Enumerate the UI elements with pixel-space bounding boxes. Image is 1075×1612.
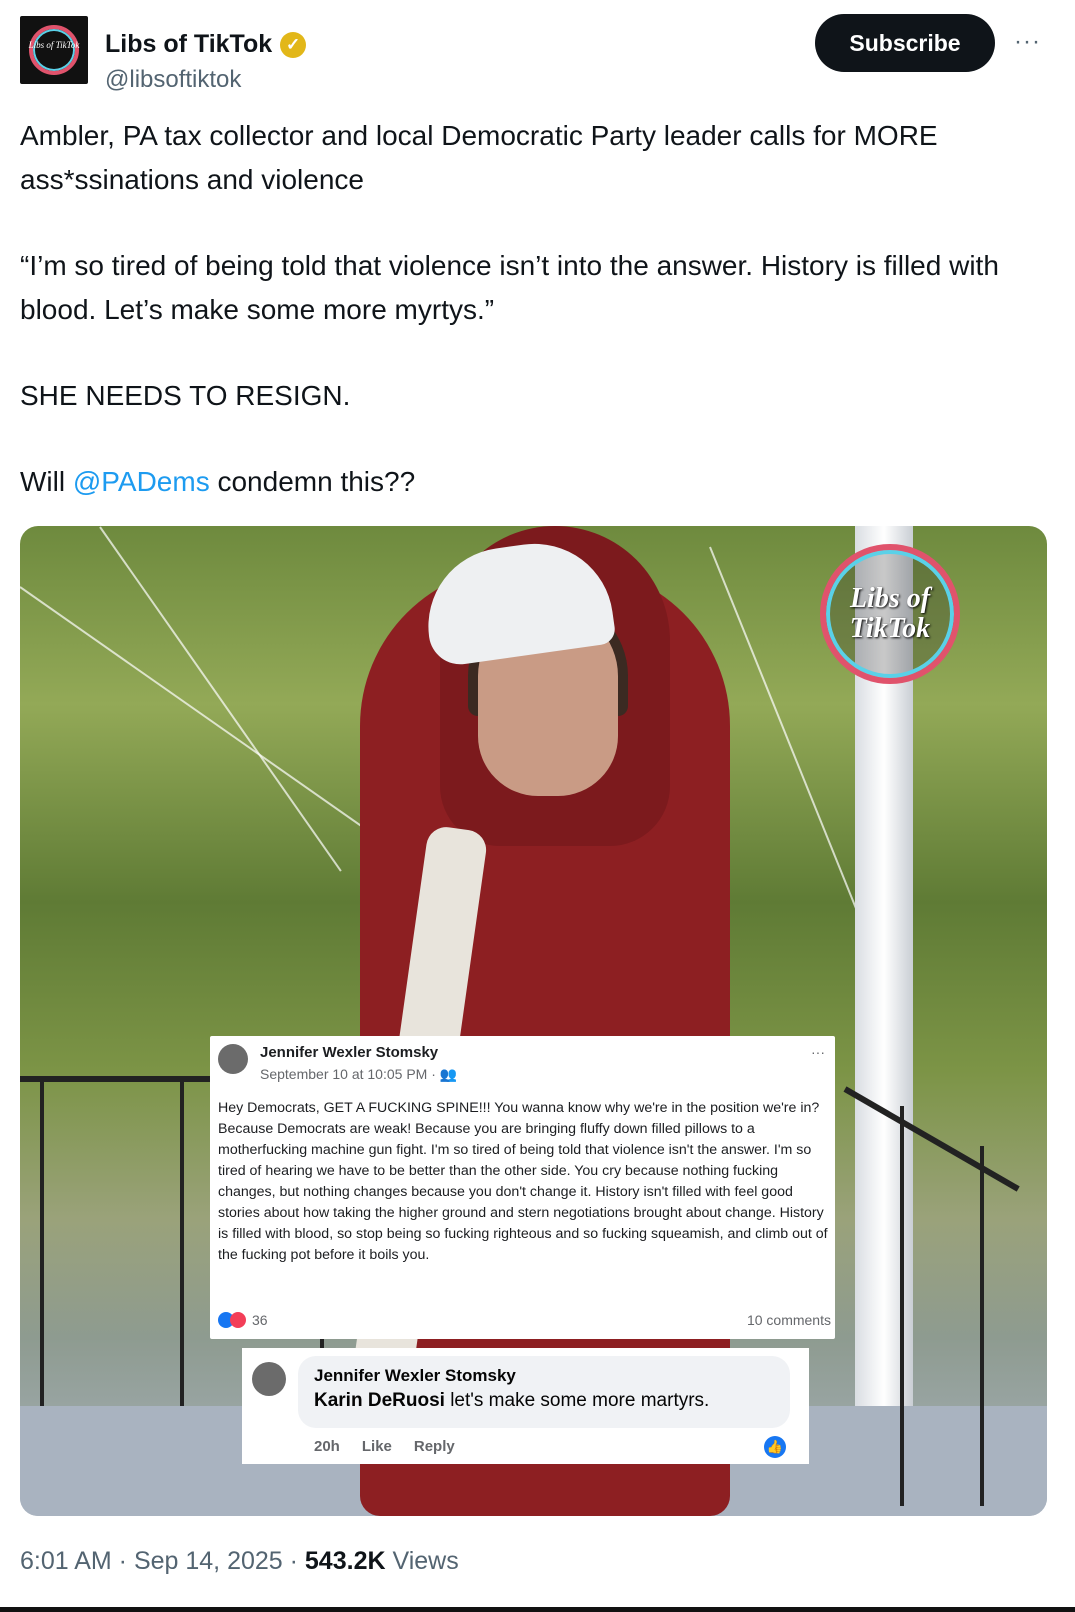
libs-of-tiktok-watermark: Libs of TikTok — [820, 544, 960, 684]
tweet-line-quote: “I’m so tired of being told that violenc… — [20, 250, 1007, 325]
tweet-media-image[interactable]: Libs of TikTok Jennifer Wexler Stomsky S… — [20, 526, 1047, 1516]
facebook-comment-screenshot: Jennifer Wexler Stomsky Karin DeRuosi le… — [242, 1348, 809, 1464]
author-name-row: Libs of TikTok ✓ — [105, 30, 307, 59]
fb-comment-avatar — [252, 1362, 286, 1396]
more-options-icon[interactable]: ··· — [1014, 28, 1041, 56]
subscribe-button[interactable]: Subscribe — [815, 14, 995, 72]
bottom-divider — [0, 1607, 1075, 1612]
condemn-suffix: condemn this?? — [209, 466, 416, 497]
fb-post-date: September 10 at 10:05 PM · 👥 — [260, 1066, 457, 1083]
fb-comment-actions: 20h Like Reply — [314, 1438, 455, 1455]
fb-comment-time: 20h — [314, 1438, 340, 1455]
mention-link[interactable]: @PADems — [73, 466, 210, 497]
facebook-post-screenshot: Jennifer Wexler Stomsky September 10 at … — [210, 1036, 835, 1339]
condemn-prefix: Will — [20, 466, 73, 497]
spiderweb-strand — [99, 526, 342, 872]
fb-comment-count: 10 comments — [746, 1312, 831, 1328]
fb-post-avatar — [218, 1044, 248, 1074]
fb-reaction-count: 36 — [252, 1312, 268, 1328]
railing-post — [180, 1076, 184, 1406]
views-count: 543.2K — [304, 1547, 386, 1575]
tweet-timestamp[interactable]: 6:01 AM · Sep 14, 2025 · — [20, 1547, 305, 1575]
fb-post-more-icon: ··· — [811, 1044, 825, 1060]
tweet-text: Ambler, PA tax collector and local Democ… — [20, 114, 1030, 504]
fb-comment-bubble: Jennifer Wexler Stomsky Karin DeRuosi le… — [298, 1356, 790, 1428]
fb-post-author: Jennifer Wexler Stomsky — [260, 1044, 439, 1061]
avatar-ring — [29, 25, 79, 75]
railing-post — [900, 1106, 904, 1506]
tweet-line-resign: SHE NEEDS TO RESIGN. — [20, 380, 351, 411]
fb-comment-author: Jennifer Wexler Stomsky — [314, 1366, 516, 1385]
author-display-name[interactable]: Libs of TikTok — [105, 30, 272, 59]
author-handle[interactable]: @libsoftiktok — [105, 66, 241, 94]
fb-comment-body: let's make some more martyrs. — [444, 1390, 710, 1411]
fb-post-reactions: 36 — [218, 1312, 268, 1328]
verified-badge-icon: ✓ — [280, 31, 307, 58]
fb-comment-reply: Reply — [413, 1438, 455, 1455]
fb-comment-like: Like — [361, 1438, 392, 1455]
tweet-header: Libs of TikTok Libs of TikTok ✓ @libsoft… — [18, 14, 1058, 93]
fb-comment-text: Karin DeRuosi let's make some more marty… — [314, 1390, 709, 1412]
thumbs-up-icon: 👍 — [764, 1436, 786, 1458]
avatar-logo-text: Libs of TikTok — [28, 40, 80, 50]
tweet-line-condemn: Will @PADems condemn this?? — [20, 460, 1030, 504]
author-avatar[interactable]: Libs of TikTok — [20, 16, 88, 84]
fb-comment-tagged: Karin DeRuosi — [314, 1390, 445, 1411]
views-label: Views — [385, 1547, 459, 1575]
railing-post — [40, 1076, 44, 1406]
tweet-line-headline: Ambler, PA tax collector and local Democ… — [20, 120, 946, 195]
fb-post-date-text: September 10 at 10:05 PM · — [260, 1066, 440, 1082]
tweet-meta: 6:01 AM · Sep 14, 2025 · 543.2K Views — [20, 1547, 459, 1576]
railing-post — [980, 1146, 984, 1506]
watermark-text: Libs of TikTok — [849, 583, 931, 644]
love-reaction-icon — [230, 1312, 246, 1328]
fb-post-text: Hey Democrats, GET A FUCKING SPINE!!! Yo… — [218, 1100, 828, 1263]
friends-icon: 👥 — [439, 1066, 458, 1082]
